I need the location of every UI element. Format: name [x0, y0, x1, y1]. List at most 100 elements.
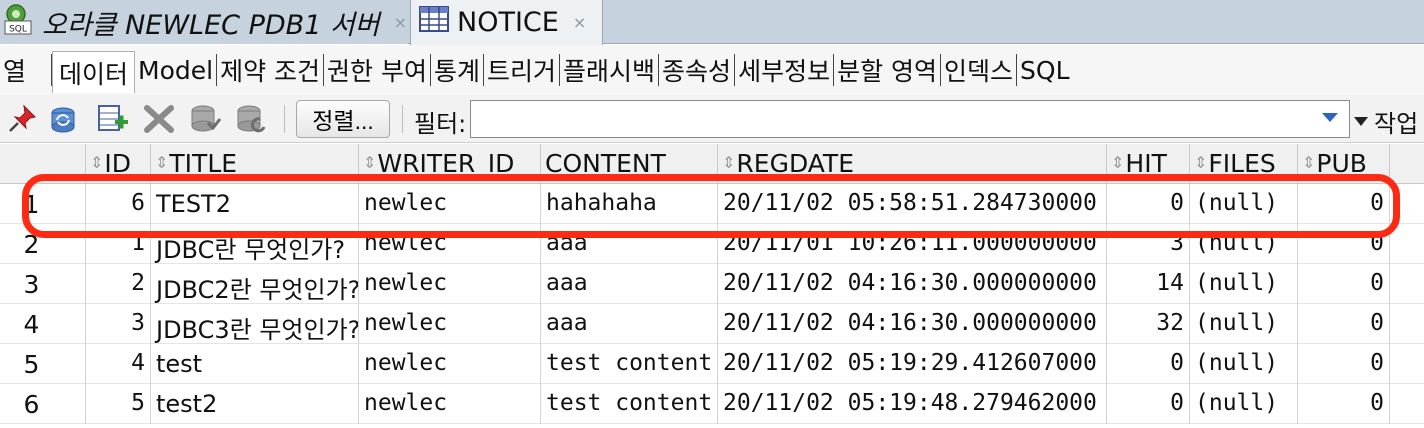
actions-menu-button[interactable]: 작업 [1354, 104, 1418, 139]
commit-icon[interactable] [188, 103, 222, 135]
tab-constraints[interactable]: 제약 조건 [217, 51, 323, 89]
cell-title[interactable]: TEST2 [151, 184, 359, 224]
table-row[interactable]: 1 6 TEST2 newlec hahahaha 20/11/02 05:58… [0, 184, 1424, 224]
row-number: 5 [0, 344, 86, 384]
cell-files[interactable]: (null) [1190, 184, 1298, 224]
cell-regdate[interactable]: 20/11/02 04:16:30.000000000 [718, 264, 1107, 304]
cell-writer-id[interactable]: newlec [359, 184, 541, 224]
cell-hit[interactable]: 0 [1107, 184, 1190, 224]
tab-details[interactable]: 세부정보 [735, 51, 833, 89]
cell-writer-id[interactable]: newlec [359, 384, 541, 424]
cell-content[interactable]: aaa [541, 304, 718, 344]
tab-flashback[interactable]: 플래시백 [560, 51, 658, 89]
tab-triggers[interactable]: 트리거 [484, 51, 559, 89]
cell-content[interactable]: aaa [541, 264, 718, 304]
cell-files[interactable]: (null) [1190, 384, 1298, 424]
close-icon[interactable]: × [394, 13, 407, 32]
tab-partitions[interactable]: 분할 영역 [834, 51, 940, 89]
tab-columns[interactable]: 열 [0, 51, 29, 89]
cell-pub[interactable]: 0 [1298, 264, 1390, 304]
table-row[interactable]: 2 1 JDBC란 무엇인가? newlec aaa 20/11/01 10:2… [0, 224, 1424, 264]
tab-grants[interactable]: 권한 부여 [324, 51, 430, 89]
cell-content[interactable]: test content [541, 384, 718, 424]
tab-indexes[interactable]: 인덱스 [941, 51, 1016, 89]
tab-statistics[interactable]: 통계 [431, 51, 483, 89]
cell-writer-id[interactable]: newlec [359, 344, 541, 384]
cell-title[interactable]: JDBC란 무엇인가? [151, 224, 359, 264]
cell-title[interactable]: JDBC2란 무엇인가? [151, 264, 359, 304]
column-header-hit[interactable]: ⇕HIT [1107, 144, 1190, 184]
filter-history-dropdown-icon[interactable] [1322, 113, 1338, 122]
column-header-label: TITLE [169, 149, 238, 178]
cell-writer-id[interactable]: newlec [359, 264, 541, 304]
cell-pub[interactable]: 0 [1298, 304, 1390, 344]
sort-icon: ⇕ [1194, 153, 1208, 172]
cell-hit[interactable]: 32 [1107, 304, 1190, 344]
sort-button[interactable]: 정렬... [296, 100, 390, 138]
cell-content[interactable]: test content [541, 344, 718, 384]
refresh-icon[interactable] [46, 103, 80, 135]
cell-id[interactable]: 2 [86, 264, 151, 304]
cell-title[interactable]: test [151, 344, 359, 384]
cell-regdate[interactable]: 20/11/02 05:19:48.279462000 [718, 384, 1107, 424]
cell-pub[interactable]: 0 [1298, 384, 1390, 424]
chevron-down-icon [1354, 117, 1368, 126]
editor-tab-label: NOTICE [457, 7, 559, 38]
cell-title[interactable]: JDBC3란 무엇인가? [151, 304, 359, 344]
filter-input[interactable] [470, 100, 1350, 138]
cell-title[interactable]: test2 [151, 384, 359, 424]
sort-icon: ⇕ [1302, 153, 1316, 172]
cell-hit[interactable]: 14 [1107, 264, 1190, 304]
table-row[interactable]: 5 4 test newlec test content 20/11/02 05… [0, 344, 1424, 384]
column-header-label: ID [104, 149, 132, 178]
column-header-regdate[interactable]: ⇕REGDATE [718, 144, 1107, 184]
cell-files[interactable]: (null) [1190, 264, 1298, 304]
column-header-files[interactable]: ⇕FILES [1190, 144, 1298, 184]
editor-tab-label: 오라클 NEWLEC PDB1 서버 [42, 9, 380, 41]
tab-sql[interactable]: SQL [1017, 51, 1072, 89]
tab-dependencies[interactable]: 종속성 [659, 51, 734, 89]
cell-files[interactable]: (null) [1190, 224, 1298, 264]
cell-content[interactable]: hahahaha [541, 184, 718, 224]
column-header-writer-id[interactable]: ⇕WRITER_ID [359, 144, 541, 184]
column-header-id[interactable]: ⇕ID [86, 144, 151, 184]
cell-writer-id[interactable]: newlec [359, 304, 541, 344]
editor-tab-oracle-connection[interactable]: SQL 오라클 NEWLEC PDB1 서버 × [0, 0, 408, 44]
cell-pub[interactable]: 0 [1298, 344, 1390, 384]
cell-regdate[interactable]: 20/11/01 10:26:11.000000000 [718, 224, 1107, 264]
editor-tab-notice[interactable]: NOTICE × [410, 0, 603, 45]
cell-content[interactable]: aaa [541, 224, 718, 264]
column-header-label: CONTENT [545, 149, 666, 178]
toolbar-separator [284, 105, 285, 133]
cell-regdate[interactable]: 20/11/02 05:19:29.412607000 [718, 344, 1107, 384]
pin-icon[interactable] [6, 103, 40, 135]
delete-row-icon[interactable] [142, 103, 176, 135]
cell-id[interactable]: 6 [86, 184, 151, 224]
cell-id[interactable]: 1 [86, 224, 151, 264]
cell-regdate[interactable]: 20/11/02 05:58:51.284730000 [718, 184, 1107, 224]
column-header-pub[interactable]: ⇕PUB [1298, 144, 1390, 184]
cell-pub[interactable]: 0 [1298, 184, 1390, 224]
insert-row-icon[interactable] [96, 103, 130, 135]
close-icon[interactable]: × [573, 13, 586, 32]
column-header-content[interactable]: CONTENT [541, 144, 718, 184]
cell-id[interactable]: 5 [86, 384, 151, 424]
cell-hit[interactable]: 0 [1107, 384, 1190, 424]
tab-data[interactable]: 데이터 [52, 51, 136, 93]
cell-id[interactable]: 3 [86, 304, 151, 344]
cell-files[interactable]: (null) [1190, 344, 1298, 384]
table-row[interactable]: 3 2 JDBC2란 무엇인가? newlec aaa 20/11/02 04:… [0, 264, 1424, 304]
table-row[interactable]: 6 5 test2 newlec test content 20/11/02 0… [0, 384, 1424, 424]
cell-files[interactable]: (null) [1190, 304, 1298, 344]
cell-pub[interactable]: 0 [1298, 224, 1390, 264]
table-row[interactable]: 4 3 JDBC3란 무엇인가? newlec aaa 20/11/02 04:… [0, 304, 1424, 344]
cell-id[interactable]: 4 [86, 344, 151, 384]
column-header-title[interactable]: ⇕TITLE [151, 144, 359, 184]
tab-model[interactable]: Model [135, 51, 216, 89]
sort-icon: ⇕ [722, 153, 736, 172]
cell-hit[interactable]: 0 [1107, 344, 1190, 384]
cell-regdate[interactable]: 20/11/02 04:16:30.000000000 [718, 304, 1107, 344]
cell-writer-id[interactable]: newlec [359, 224, 541, 264]
rollback-icon[interactable] [234, 103, 268, 135]
cell-hit[interactable]: 3 [1107, 224, 1190, 264]
